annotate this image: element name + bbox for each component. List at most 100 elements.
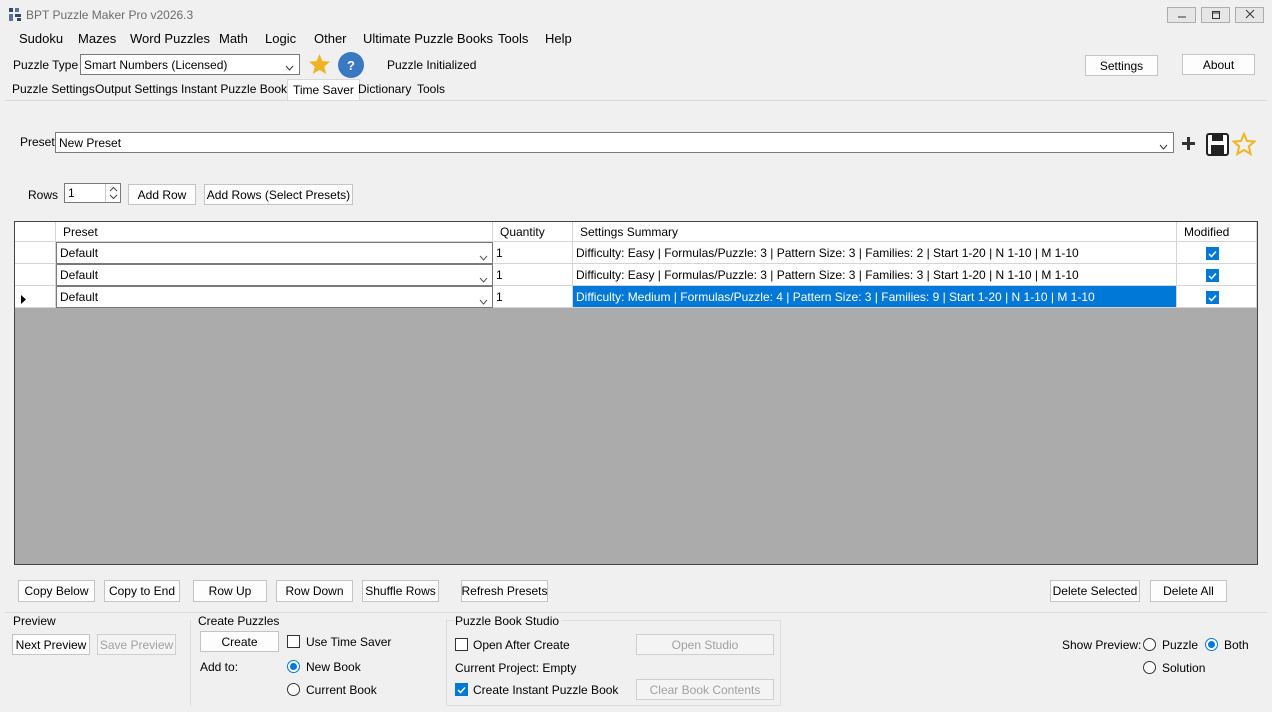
create-instant-book-label[interactable]: Create Instant Puzzle Book: [473, 683, 618, 697]
menu-help[interactable]: Help: [545, 31, 572, 47]
puzzle-type-select[interactable]: Smart Numbers (Licensed): [80, 54, 300, 75]
menu-logic[interactable]: Logic: [265, 31, 296, 47]
chevron-down-icon: [479, 250, 488, 264]
check-icon: [1208, 294, 1217, 302]
delete-selected-button[interactable]: Delete Selected: [1050, 580, 1140, 602]
add-row-button[interactable]: Add Row: [128, 184, 196, 205]
use-time-saver-label[interactable]: Use Time Saver: [306, 635, 391, 649]
save-icon[interactable]: [1206, 133, 1229, 159]
chevron-down-icon: [479, 294, 488, 308]
close-button[interactable]: [1235, 7, 1264, 23]
chevron-down-icon: [479, 272, 488, 286]
preset-cell-value: Default: [60, 268, 99, 282]
current-book-label[interactable]: Current Book: [306, 683, 377, 697]
star-icon[interactable]: [308, 53, 331, 78]
preset-select[interactable]: New Preset: [55, 132, 1174, 153]
maximize-button[interactable]: [1201, 7, 1230, 23]
column-header-preset[interactable]: Preset: [56, 222, 493, 242]
puzzle-type-value: Smart Numbers (Licensed): [84, 57, 228, 72]
settings-summary-cell[interactable]: Difficulty: Easy | Formulas/Puzzle: 3 | …: [573, 264, 1177, 286]
show-preview-puzzle-radio[interactable]: [1143, 638, 1156, 651]
settings-summary-cell[interactable]: Difficulty: Easy | Formulas/Puzzle: 3 | …: [573, 242, 1177, 264]
modified-checkbox[interactable]: [1206, 291, 1219, 304]
column-header-modified[interactable]: Modified: [1177, 222, 1257, 242]
menu-tools[interactable]: Tools: [498, 31, 528, 47]
show-preview-both-label[interactable]: Both: [1224, 638, 1249, 652]
show-preview-puzzle-label[interactable]: Puzzle: [1162, 638, 1198, 652]
new-book-radio[interactable]: [287, 660, 300, 673]
create-instant-book-checkbox[interactable]: [455, 683, 468, 696]
settings-button[interactable]: Settings: [1085, 55, 1158, 76]
copy-below-button[interactable]: Copy Below: [18, 580, 95, 602]
save-preview-button[interactable]: Save Preview: [97, 634, 176, 655]
copy-to-end-button[interactable]: Copy to End: [104, 580, 180, 602]
menu-math[interactable]: Math: [219, 31, 248, 47]
rows-stepper[interactable]: 1: [64, 183, 121, 203]
next-preview-button[interactable]: Next Preview: [12, 634, 90, 655]
star-outline-icon[interactable]: [1230, 131, 1258, 159]
tab-instant-puzzle-books[interactable]: Instant Puzzle Books: [181, 82, 293, 100]
preset-value: New Preset: [59, 135, 122, 150]
rows-spinner[interactable]: [105, 184, 120, 202]
bottom-divider: [5, 612, 1267, 613]
modified-cell[interactable]: [1177, 264, 1257, 286]
menu-word-puzzles[interactable]: Word Puzzles: [130, 31, 210, 47]
menu-ultimate-puzzle-books[interactable]: Ultimate Puzzle Books: [363, 31, 493, 47]
modified-checkbox[interactable]: [1206, 247, 1219, 260]
row-header[interactable]: [15, 286, 56, 308]
create-button[interactable]: Create: [200, 631, 279, 652]
maximize-icon: [1211, 8, 1221, 22]
tab-dictionary[interactable]: Dictionary: [358, 82, 411, 100]
delete-all-button[interactable]: Delete All: [1150, 580, 1227, 602]
table-row-preset-select[interactable]: Default: [56, 286, 493, 308]
menu-sudoku[interactable]: Sudoku: [19, 31, 63, 47]
shuffle-rows-button[interactable]: Shuffle Rows: [362, 580, 439, 602]
current-book-radio[interactable]: [287, 683, 300, 696]
window-title: BPT Puzzle Maker Pro v2026.3: [26, 8, 194, 22]
tab-divider: [5, 100, 1267, 101]
row-header[interactable]: [15, 242, 56, 264]
tab-time-saver[interactable]: Time Saver: [287, 79, 360, 101]
settings-summary-cell-selected[interactable]: Difficulty: Medium | Formulas/Puzzle: 4 …: [573, 286, 1177, 308]
open-after-create-checkbox[interactable]: [455, 638, 468, 651]
group-separator: [190, 620, 191, 706]
table-row-preset-select[interactable]: Default: [56, 264, 493, 286]
minimize-button[interactable]: [1167, 7, 1196, 23]
column-header-settings-summary[interactable]: Settings Summary: [573, 222, 1177, 242]
help-icon[interactable]: ?: [338, 52, 364, 78]
table-row-preset-select[interactable]: Default: [56, 242, 493, 264]
presets-grid[interactable]: Preset Quantity Settings Summary Modifie…: [14, 221, 1258, 565]
preset-cell-value: Default: [60, 290, 99, 304]
row-header[interactable]: [15, 264, 56, 286]
modified-cell[interactable]: [1177, 242, 1257, 264]
tab-output-settings[interactable]: Output Settings: [95, 82, 178, 100]
tab-tools[interactable]: Tools: [417, 82, 445, 100]
tab-puzzle-settings[interactable]: Puzzle Settings: [12, 82, 95, 100]
row-down-button[interactable]: Row Down: [276, 580, 353, 602]
add-rows-select-presets-button[interactable]: Add Rows (Select Presets): [204, 184, 353, 205]
preset-label: Preset: [20, 135, 55, 149]
refresh-presets-button[interactable]: Refresh Presets: [461, 580, 548, 602]
open-studio-button[interactable]: Open Studio: [636, 634, 774, 655]
clear-book-contents-button[interactable]: Clear Book Contents: [636, 679, 774, 700]
modified-checkbox[interactable]: [1206, 269, 1219, 282]
new-book-label[interactable]: New Book: [306, 660, 361, 674]
plus-icon[interactable]: [1181, 136, 1196, 154]
quantity-cell[interactable]: 1: [493, 242, 573, 264]
quantity-cell[interactable]: 1: [493, 264, 573, 286]
row-up-button[interactable]: Row Up: [193, 580, 267, 602]
modified-cell[interactable]: [1177, 286, 1257, 308]
menu-mazes[interactable]: Mazes: [78, 31, 116, 47]
show-preview-both-radio[interactable]: [1205, 638, 1218, 651]
quantity-cell[interactable]: 1: [493, 286, 573, 308]
column-header-quantity[interactable]: Quantity: [493, 222, 573, 242]
menu-other[interactable]: Other: [314, 31, 347, 47]
open-after-create-label[interactable]: Open After Create: [473, 638, 570, 652]
use-time-saver-checkbox[interactable]: [287, 635, 300, 648]
create-puzzles-group-title: Create Puzzles: [198, 614, 283, 628]
show-preview-solution-label[interactable]: Solution: [1162, 661, 1205, 675]
show-preview-solution-radio[interactable]: [1143, 661, 1156, 674]
about-button[interactable]: About: [1182, 54, 1255, 75]
current-project-text: Current Project: Empty: [455, 661, 577, 675]
add-to-label: Add to:: [200, 660, 239, 674]
